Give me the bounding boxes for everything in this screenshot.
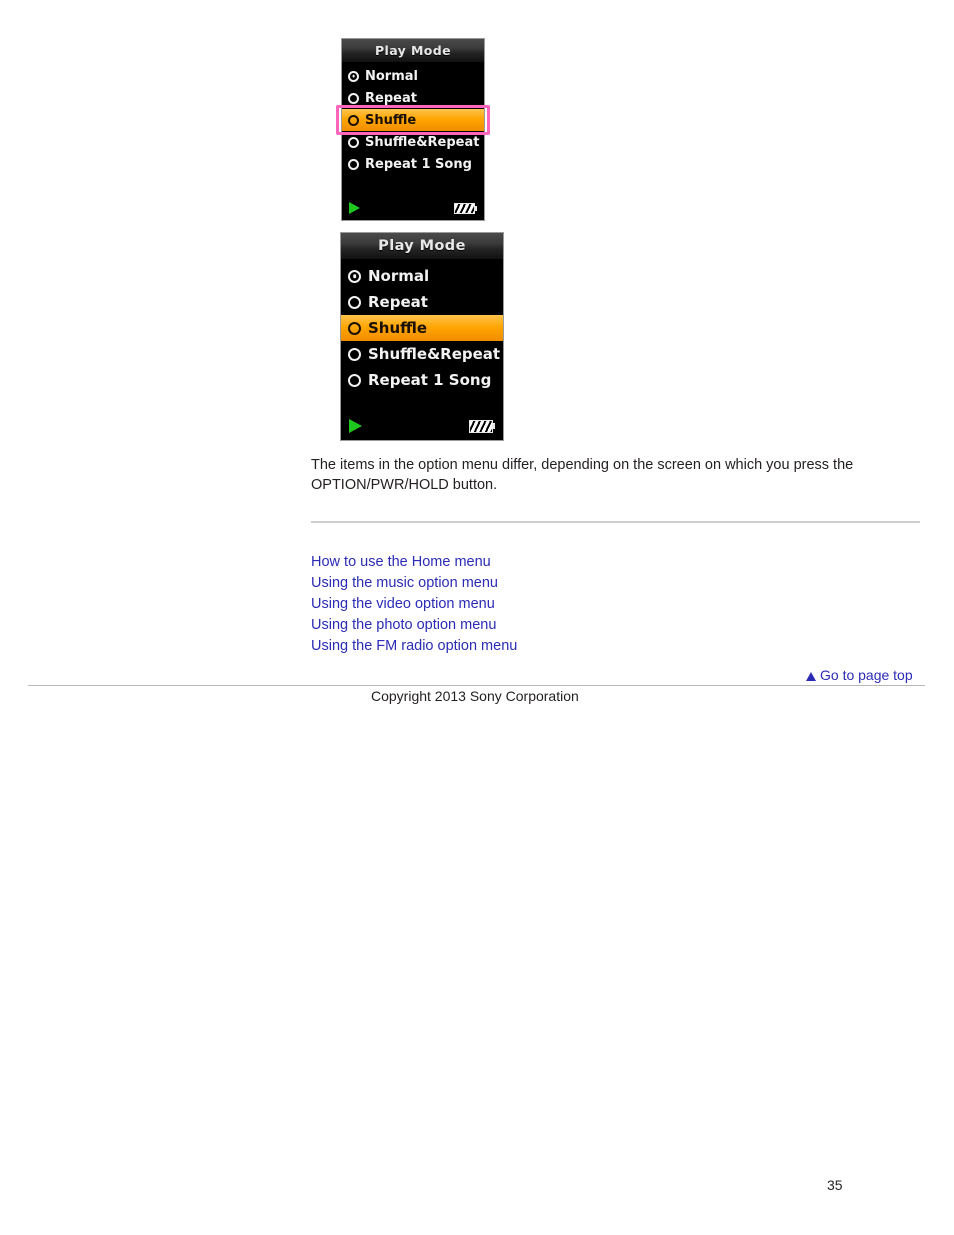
radio-repeat-1-song-icon: [348, 373, 361, 387]
list-item: Using the video option menu: [311, 594, 517, 615]
option-menu-note: The items in the option menu differ, dep…: [311, 455, 931, 495]
lcd-title-bar: Play Mode: [341, 233, 503, 259]
link-using-fm-radio-option-menu[interactable]: Using the FM radio option menu: [311, 638, 517, 654]
list-item: Using the photo option menu: [311, 615, 517, 636]
lcd-status-bar: [341, 412, 503, 440]
copyright-notice: Copyright 2013 Sony Corporation: [371, 688, 579, 704]
radio-shuffle-icon: [348, 114, 359, 126]
battery-full-icon: [454, 202, 477, 214]
option-label: Repeat 1 Song: [368, 371, 492, 389]
list-item: How to use the Home menu: [311, 552, 517, 573]
radio-shuffle-icon: [348, 321, 361, 335]
related-links-list: How to use the Home menu Using the music…: [311, 552, 517, 657]
list-item: Using the FM radio option menu: [311, 636, 517, 657]
option-label: Shuffle: [368, 319, 428, 337]
footer-divider: [28, 685, 925, 686]
option-label: Normal: [365, 68, 418, 84]
lcd-status-bar: [342, 196, 484, 220]
option-label: Repeat: [368, 293, 428, 311]
triangle-up-icon: [806, 671, 816, 681]
document-page: Play Mode Normal Repeat Shuffle Shuffle&…: [0, 0, 954, 1235]
link-using-video-option-menu[interactable]: Using the video option menu: [311, 596, 495, 612]
option-label: Repeat: [365, 90, 417, 106]
option-label: Shuffle&Repeat: [365, 134, 480, 150]
radio-shuffle-repeat-icon: [348, 347, 361, 361]
option-label: Shuffle: [365, 112, 417, 128]
play-mode-option-list: Normal Repeat Shuffle Shuffle&Repeat Rep…: [341, 263, 503, 393]
option-row-normal[interactable]: Normal: [341, 263, 503, 289]
link-using-music-option-menu[interactable]: Using the music option menu: [311, 575, 498, 591]
option-row-shuffle-repeat[interactable]: Shuffle&Repeat: [341, 341, 503, 367]
page-number: 35: [827, 1177, 843, 1193]
option-row-repeat-1-song[interactable]: Repeat 1 Song: [341, 367, 503, 393]
option-row-shuffle[interactable]: Shuffle: [342, 109, 484, 131]
lcd-title-bar: Play Mode: [342, 39, 484, 62]
list-item: Using the music option menu: [311, 573, 517, 594]
play-mode-screen-zoomed: Play Mode Normal Repeat Shuffle Shuffle&…: [340, 232, 504, 441]
radio-normal-icon: [348, 70, 359, 82]
option-row-normal[interactable]: Normal: [342, 65, 484, 87]
note-line-2: OPTION/PWR/HOLD button.: [311, 477, 498, 493]
play-mode-screen-highlighted: Play Mode Normal Repeat Shuffle Shuffle&…: [341, 38, 485, 221]
option-row-repeat[interactable]: Repeat: [341, 289, 503, 315]
play-triangle-icon: [349, 419, 362, 433]
link-how-to-use-home-menu[interactable]: How to use the Home menu: [311, 554, 491, 570]
play-mode-option-list: Normal Repeat Shuffle Shuffle&Repeat Rep…: [342, 65, 484, 175]
section-divider: [311, 521, 920, 523]
option-row-shuffle-repeat[interactable]: Shuffle&Repeat: [342, 131, 484, 153]
option-label: Repeat 1 Song: [365, 156, 472, 172]
option-label: Normal: [368, 267, 430, 285]
play-triangle-icon: [349, 202, 360, 214]
radio-normal-icon: [348, 269, 361, 283]
radio-shuffle-repeat-icon: [348, 136, 359, 148]
option-row-repeat[interactable]: Repeat: [342, 87, 484, 109]
radio-repeat-icon: [348, 295, 361, 309]
option-row-repeat-1-song[interactable]: Repeat 1 Song: [342, 153, 484, 175]
radio-repeat-1-song-icon: [348, 158, 359, 170]
option-row-shuffle[interactable]: Shuffle: [341, 315, 503, 341]
option-label: Shuffle&Repeat: [368, 345, 501, 363]
go-to-page-top-label[interactable]: Go to page top: [820, 667, 913, 683]
note-line-1: The items in the option menu differ, dep…: [311, 457, 854, 473]
go-to-page-top[interactable]: Go to page top: [806, 667, 913, 683]
battery-full-icon: [469, 419, 495, 433]
radio-repeat-icon: [348, 92, 359, 104]
link-using-photo-option-menu[interactable]: Using the photo option menu: [311, 617, 496, 633]
